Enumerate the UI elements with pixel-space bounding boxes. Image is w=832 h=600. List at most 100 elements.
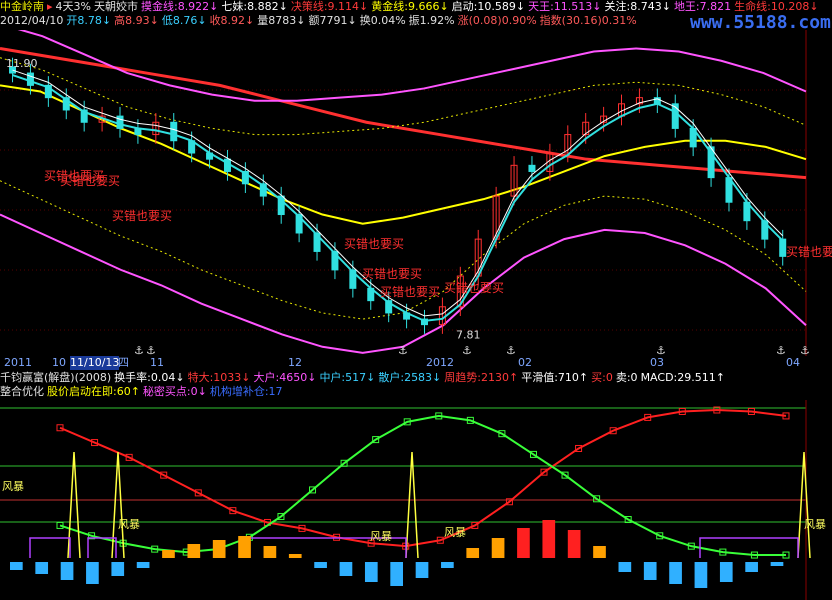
histogram-bar: [390, 562, 403, 586]
date-tick: 11: [150, 356, 164, 369]
histogram-bar: [593, 546, 606, 558]
histogram-bar: [162, 550, 175, 558]
header2-item-3: 低8.76↓: [161, 14, 207, 27]
date-tick: 02: [518, 356, 532, 369]
histogram-bar: [136, 562, 150, 568]
histogram-bar: [111, 562, 125, 576]
date-tick: 12: [288, 356, 302, 369]
candle-body: [170, 121, 178, 142]
histogram-bar: [770, 562, 784, 566]
header1-item-9: 天王:11.513↓: [528, 0, 602, 13]
mid1-item-10: MACD:29.511↑: [640, 371, 725, 384]
storm-annotation: 风暴: [2, 480, 24, 493]
mid1-item-8: 买:0: [591, 371, 613, 384]
header1-item-7: 黄金线:9.666↓: [371, 0, 449, 13]
histogram-bar: [694, 562, 708, 588]
mid1-item-3: 大户:4650↓: [253, 371, 317, 384]
mid1-item-2: 特大:1033↓: [187, 371, 251, 384]
histogram-bar: [643, 562, 657, 580]
series-line: [0, 213, 807, 354]
header2-item-1: 开8.78↓: [66, 14, 112, 27]
histogram-bar: [567, 530, 581, 558]
buy-annotation: 买错也要买: [344, 237, 404, 251]
price-chart[interactable]: 11.907.81买错也要买买错也要买买错也要买买错也要买买错也要买买错也要买买…: [0, 30, 832, 356]
header-ohlc: 2012/04/10 开8.78↓ 高8.93↓ 低8.76↓ 收8.92↓ 量8783↓…: [0, 14, 640, 28]
anchor-icon: ⚓: [800, 344, 810, 356]
date-axis: 2011 10 11/10/13 四 11 12 2012 02 03 04: [0, 356, 832, 370]
spike: [405, 451, 419, 559]
indicator-chart[interactable]: 风暴风暴风暴 风暴风暴: [0, 400, 832, 600]
header2-item-6: 额7791↓: [308, 14, 357, 27]
mid1-item-1: 换手率:0.04↓: [114, 371, 185, 384]
date-tick: 2012: [426, 356, 454, 369]
header1-item-3: 天朝姣市: [93, 0, 138, 13]
mid2-item-2: 秘密买点:0↓: [142, 385, 207, 398]
anchor-icon: ⚓: [398, 344, 408, 356]
histogram-bar: [542, 520, 556, 558]
oscillator-line: [59, 414, 786, 557]
anchor-icon: ⚓: [656, 344, 666, 356]
histogram-bar: [212, 540, 226, 558]
mid1-item-9: 卖:0: [615, 371, 638, 384]
storm-annotation: 风暴: [118, 518, 140, 531]
series-line: [0, 84, 807, 225]
mid1-item-4: 中户:517↓: [319, 371, 376, 384]
histogram-bar: [60, 562, 74, 580]
mid1-item-7: 平滑值:710↑: [521, 371, 589, 384]
histogram-bar: [10, 562, 23, 570]
header1-item-10: 关注:8.743↓: [604, 0, 671, 13]
histogram-bar: [187, 544, 201, 558]
candle-body: [779, 238, 787, 257]
histogram-bar: [618, 562, 632, 572]
date-tick: 04: [786, 356, 800, 369]
header2-item-0: 2012/04/10: [0, 14, 64, 27]
anchor-icon: ⚓: [146, 344, 156, 356]
header1-item-5: 七妹:8.882↓: [221, 0, 288, 13]
histogram-bar: [669, 562, 682, 584]
anchor-icon: ⚓: [134, 344, 144, 356]
anchor-icon: ⚓: [462, 344, 472, 356]
fund-flow-indicators: 千钧赢富(解盘)(2008) 换手率:0.04↓ 特大:1033↓ 大户:4650↓ 中…: [0, 371, 728, 385]
histogram-bar: [415, 562, 429, 578]
high-price-label: 11.90: [6, 57, 38, 70]
oscillator-line: [59, 408, 787, 548]
histogram-bar: [719, 562, 733, 582]
mid2-item-1: 股价启动在即:60↑: [47, 385, 140, 398]
header2-item-7: 换0.04%: [359, 14, 406, 27]
histogram-bar: [314, 562, 327, 568]
histogram-bar: [263, 546, 277, 558]
header1-item-2: 4天3%: [55, 0, 91, 13]
date-tick: 2011: [4, 356, 32, 369]
header1-item-8: 启动:10.589↓: [451, 0, 526, 13]
buy-annotation: 买错也要买: [112, 209, 172, 223]
histogram-bar: [364, 562, 378, 582]
histogram-bar: [441, 562, 454, 568]
mid1-item-0: 千钧赢富(解盘)(2008): [0, 371, 112, 384]
storm-annotation: 风暴: [370, 530, 392, 543]
buy-annotation: 买错也要买: [60, 174, 120, 188]
spike: [797, 451, 811, 559]
header2-item-2: 高8.93↓: [114, 14, 159, 27]
buy-annotation: 买错也要买: [380, 285, 440, 299]
histogram-bar: [466, 548, 480, 558]
header1-item-6: 决策线:9.114↓: [290, 0, 369, 13]
signal-indicators: 整合优化 股价启动在即:60↑ 秘密买点:0↓ 机构增补仓:17: [0, 385, 286, 399]
mid2-item-0: 整合优化: [0, 385, 44, 398]
mid2-item-3: 机构增补仓:17: [209, 385, 283, 398]
histogram-bar: [86, 562, 99, 584]
mid1-item-6: 周趋势:2130↑: [444, 371, 519, 384]
header2-item-4: 收8.92↓: [209, 14, 255, 27]
date-tick: 11/10/13: [70, 356, 120, 370]
histogram-bar: [745, 562, 758, 572]
header2-item-5: 量8783↓: [257, 14, 306, 27]
anchor-icon: ⚓: [776, 344, 786, 356]
candle-body: [116, 115, 124, 129]
header2-item-10: 指数(30.16)0.31%: [539, 14, 637, 27]
storm-annotation: 风暴: [444, 526, 466, 539]
low-price-label: 7.81: [456, 329, 481, 342]
histogram-bar: [238, 536, 251, 558]
series-line: [0, 46, 807, 180]
buy-annotation: 买错也要买: [362, 267, 422, 281]
histogram-bar: [491, 538, 505, 558]
histogram-bar: [517, 528, 530, 558]
